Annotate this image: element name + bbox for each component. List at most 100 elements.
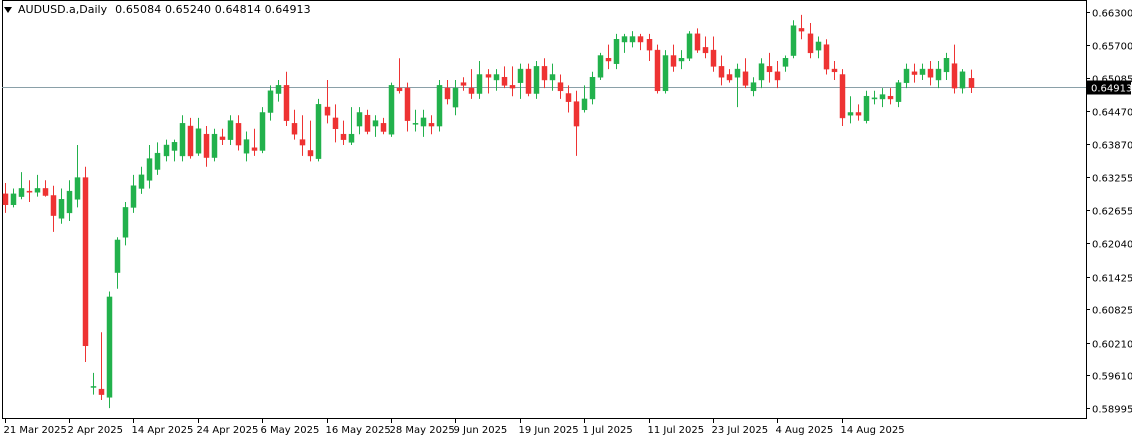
bull-candle-body xyxy=(919,68,926,75)
y-tick-label: 0.62040 xyxy=(1092,240,1132,251)
bull-candle-body xyxy=(90,386,97,388)
bear-candle-body xyxy=(219,136,226,140)
bear-candle-body xyxy=(42,188,49,196)
bull-candle-body xyxy=(597,55,604,78)
bear-candle-body xyxy=(702,47,709,54)
bull-candle-body xyxy=(122,207,129,238)
y-tick-label: 0.64470 xyxy=(1092,108,1132,119)
bear-candle-body xyxy=(541,66,548,81)
bull-candle-body xyxy=(58,199,65,219)
bull-candle-body xyxy=(348,133,355,143)
bear-candle-body xyxy=(98,388,105,395)
bear-candle-body xyxy=(501,76,508,86)
bear-candle-body xyxy=(291,123,298,135)
bull-candle-body xyxy=(420,117,427,127)
bear-candle-body xyxy=(927,68,934,78)
bull-candle-body xyxy=(863,95,870,121)
candlestick-chart[interactable]: 0.663000.657000.650850.644700.638700.632… xyxy=(0,0,1132,440)
bear-candle-body xyxy=(299,139,306,146)
bear-candle-body xyxy=(670,55,677,67)
y-tick-label: 0.59610 xyxy=(1092,372,1132,383)
bear-candle-body xyxy=(485,74,492,78)
bull-candle-body xyxy=(163,144,170,157)
bear-candle-body xyxy=(2,193,9,205)
bear-candle-body xyxy=(332,117,339,130)
bull-candle-body xyxy=(66,190,73,214)
bull-candle-body xyxy=(195,128,202,154)
x-tick-label: 2 Apr 2025 xyxy=(68,425,123,436)
x-tick-label: 28 May 2025 xyxy=(390,425,455,436)
bull-candle-body xyxy=(935,68,942,81)
bear-candle-body xyxy=(742,71,749,86)
bear-candle-body xyxy=(26,190,33,193)
y-tick-label: 0.60210 xyxy=(1092,340,1132,351)
bull-candle-body xyxy=(315,104,322,159)
bull-candle-body xyxy=(227,120,234,140)
bull-candle-body xyxy=(589,76,596,100)
bull-candle-body xyxy=(211,133,218,158)
y-tick-label: 0.58995 xyxy=(1092,405,1132,416)
bear-candle-body xyxy=(428,123,435,127)
bear-candle-body xyxy=(235,123,242,146)
bull-candle-body xyxy=(372,120,379,127)
bear-candle-body xyxy=(557,82,564,92)
bull-candle-body xyxy=(493,74,500,81)
bull-candle-body xyxy=(517,68,524,83)
bear-candle-body xyxy=(605,57,612,62)
bear-candle-body xyxy=(468,87,475,94)
y-tick-label: 0.63870 xyxy=(1092,141,1132,152)
bear-candle-body xyxy=(823,44,830,70)
dropdown-triangle-icon[interactable] xyxy=(4,6,12,13)
close-value: 0.64913 xyxy=(264,3,311,16)
bull-candle-body xyxy=(356,112,363,127)
bear-candle-body xyxy=(50,195,57,216)
bull-candle-body xyxy=(179,123,186,157)
bull-candle-body xyxy=(34,188,41,193)
bear-candle-body xyxy=(380,123,387,132)
bull-candle-body xyxy=(662,55,669,92)
bear-candle-body xyxy=(573,101,580,127)
bear-candle-body xyxy=(855,112,862,116)
bear-candle-body xyxy=(646,39,653,51)
bull-candle-body xyxy=(549,74,556,81)
y-tick-label: 0.60825 xyxy=(1092,306,1132,317)
bear-candle-body xyxy=(525,68,532,94)
chart-window[interactable]: AUDUSD.a,Daily 0.65084 0.65240 0.64814 0… xyxy=(0,0,1132,440)
bear-candle-body xyxy=(307,150,314,157)
x-tick-label: 14 Apr 2025 xyxy=(132,425,194,436)
bear-candle-body xyxy=(831,68,838,73)
current-price-label: 0.64913 xyxy=(1091,84,1132,95)
bull-candle-body xyxy=(734,68,741,78)
x-tick-label: 9 Jun 2025 xyxy=(454,425,508,436)
bear-candle-body xyxy=(187,125,194,157)
y-tick-label: 0.62655 xyxy=(1092,207,1132,218)
bull-candle-body xyxy=(686,33,693,59)
x-tick-label: 4 Aug 2025 xyxy=(776,425,834,436)
x-tick-label: 19 Jun 2025 xyxy=(519,425,579,436)
bull-candle-body xyxy=(895,82,902,102)
bull-candle-body xyxy=(903,68,910,83)
bear-candle-body xyxy=(839,74,846,119)
bull-candle-body xyxy=(146,158,153,181)
bear-candle-body xyxy=(807,33,814,54)
bull-candle-body xyxy=(613,39,620,64)
bull-candle-body xyxy=(243,139,250,154)
bull-candle-body xyxy=(436,85,443,127)
bull-candle-body xyxy=(790,25,797,56)
bull-candle-body xyxy=(621,36,628,43)
x-tick-label: 21 Mar 2025 xyxy=(4,425,67,436)
bear-candle-body xyxy=(444,87,451,100)
x-tick-label: 1 Jul 2025 xyxy=(583,425,633,436)
bear-candle-body xyxy=(251,147,258,151)
bear-candle-body xyxy=(404,87,411,121)
bear-candle-body xyxy=(887,95,894,100)
bull-candle-body xyxy=(533,66,540,94)
y-tick-label: 0.63255 xyxy=(1092,174,1132,185)
x-tick-label: 11 Jul 2025 xyxy=(648,425,705,436)
low-value: 0.64814 xyxy=(214,3,261,16)
bear-candle-body xyxy=(911,71,918,75)
bear-candle-body xyxy=(766,66,773,73)
bear-candle-body xyxy=(694,33,701,51)
bear-candle-body xyxy=(637,36,644,43)
bull-candle-body xyxy=(815,41,822,51)
